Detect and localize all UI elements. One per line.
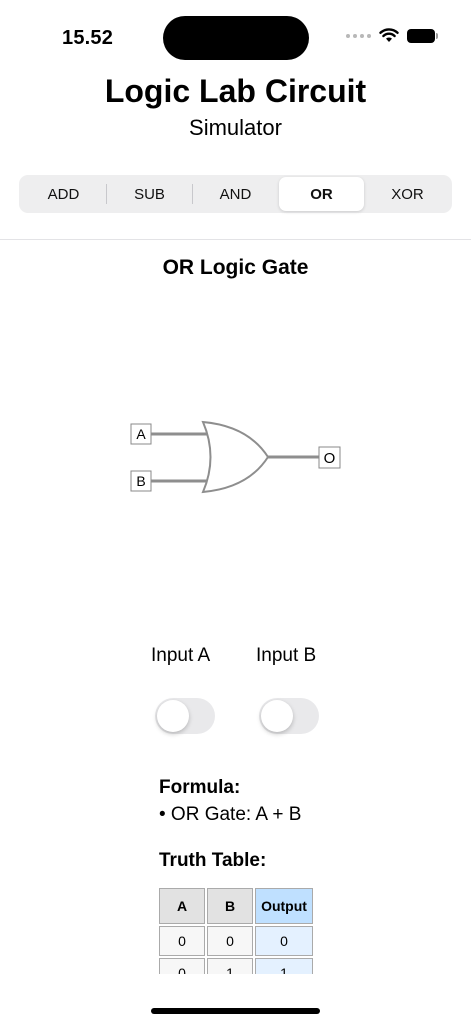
gate-selector: ADD SUB AND OR XOR: [19, 175, 452, 213]
toggle-knob: [261, 700, 293, 732]
screen: 15.52 Logic Lab Circuit Simulator ADD SU…: [0, 0, 471, 1024]
input-a-toggle[interactable]: [155, 698, 215, 734]
toggle-knob: [157, 700, 189, 732]
tab-and[interactable]: AND: [193, 177, 278, 211]
table-row: 0 1 1: [159, 958, 313, 974]
tab-sub[interactable]: SUB: [107, 177, 192, 211]
status-time: 15.52: [62, 27, 114, 49]
app-title: Logic Lab Circuit: [104, 73, 367, 109]
header-separator: [0, 239, 471, 240]
input-a-diagram-label: A: [136, 426, 146, 442]
wifi-icon: [379, 28, 399, 42]
table-cell: 0: [159, 926, 205, 956]
or-gate-symbol: [201, 420, 270, 494]
table-header-row: A B Output: [159, 888, 313, 924]
table-cell: 0: [207, 926, 253, 956]
table-cell: 1: [207, 958, 253, 974]
or-gate-diagram: A B O: [130, 420, 341, 494]
status-icons: [346, 28, 438, 43]
truth-table-scroll[interactable]: A B Output 0 0 0 0 1 1: [157, 886, 317, 974]
column-header-output: Output: [255, 888, 313, 924]
input-b-toggle[interactable]: [259, 698, 319, 734]
tab-add[interactable]: ADD: [21, 177, 106, 211]
input-a-label: Input A: [151, 645, 211, 666]
gate-title: OR Logic Gate: [162, 256, 309, 279]
dynamic-island: [163, 16, 309, 60]
table-cell-output: 0: [255, 926, 313, 956]
input-b-label: Input B: [256, 645, 317, 666]
battery-icon: [407, 28, 438, 43]
signal-dots-icon: [346, 33, 371, 38]
tab-xor[interactable]: XOR: [365, 177, 450, 211]
formula-heading: Formula:: [159, 777, 241, 798]
column-header-b: B: [207, 888, 253, 924]
truth-table-heading: Truth Table:: [159, 850, 267, 871]
home-indicator[interactable]: [151, 1008, 320, 1014]
truth-table: A B Output 0 0 0 0 1 1: [157, 886, 315, 974]
table-row: 0 0 0: [159, 926, 313, 956]
tab-or[interactable]: OR: [279, 177, 364, 211]
app-subtitle: Simulator: [189, 115, 282, 140]
output-diagram-label: O: [324, 450, 336, 467]
table-cell-output: 1: [255, 958, 313, 974]
input-b-diagram-label: B: [136, 473, 145, 489]
formula-text: • OR Gate: A + B: [159, 804, 302, 825]
table-cell: 0: [159, 958, 205, 974]
column-header-a: A: [159, 888, 205, 924]
